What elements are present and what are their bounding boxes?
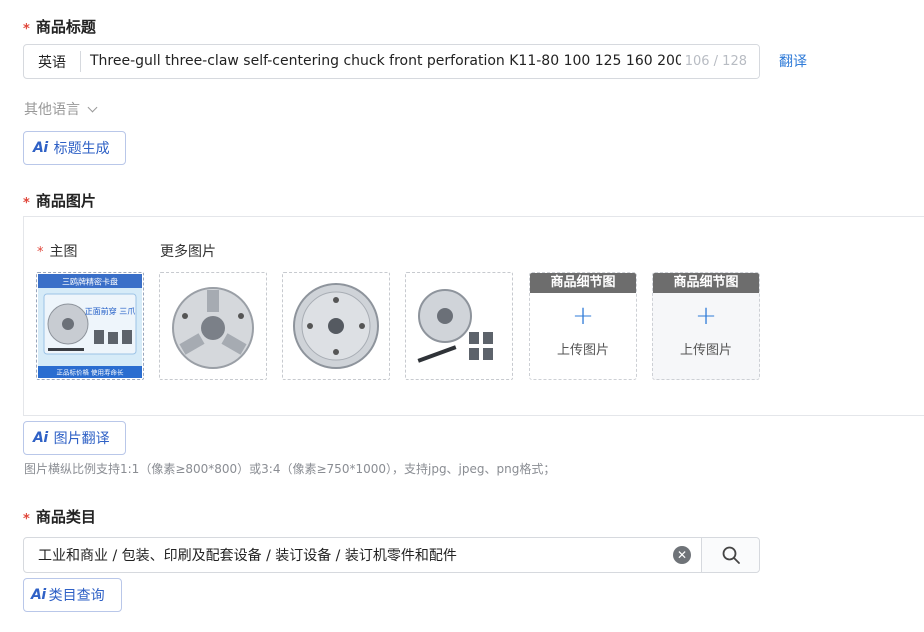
ai-icon: Ai	[33, 140, 48, 156]
title-input-value[interactable]: Three-gull three-claw self-centering chu…	[81, 45, 681, 78]
detail-image-header: 商品细节图	[653, 273, 759, 293]
title-input[interactable]: 英语 Three-gull three-claw self-centering …	[23, 44, 760, 79]
chuck-image-graphic	[172, 287, 254, 369]
chuck-set-image-graphic	[417, 289, 493, 363]
upload-image-label: 上传图片	[556, 343, 609, 358]
category-search-button[interactable]	[701, 538, 759, 572]
detail-image-upload-slot[interactable]: 商品细节图 + 上传图片	[652, 272, 760, 380]
upload-image-label: 上传图片	[679, 343, 732, 358]
plus-icon: +	[572, 301, 594, 331]
detail-image-upload-slot[interactable]: 商品细节图 + 上传图片	[529, 272, 637, 380]
plus-icon: +	[695, 301, 717, 331]
banner-subtitle: 正面前穿 三爪	[85, 306, 136, 316]
images-section-label: * 商品图片	[23, 192, 96, 211]
category-input-value[interactable]: 工业和商业 / 包装、印刷及配套设备 / 装订设备 / 装订机零件和配件	[24, 545, 673, 565]
banner-footer: 正品标价格 使用寿命长	[56, 368, 124, 377]
title-section-label: * 商品标题	[23, 18, 96, 37]
clear-icon[interactable]: ✕	[673, 546, 691, 564]
ai-title-generate-button[interactable]: Ai 标题生成	[23, 131, 126, 165]
ai-title-generate-label: 标题生成	[53, 141, 110, 157]
more-image-thumbnail[interactable]	[282, 272, 390, 380]
translate-link[interactable]: 翻译	[779, 51, 807, 71]
language-prefix[interactable]: 英语	[24, 51, 81, 72]
detail-image-header: 商品细节图	[530, 273, 636, 293]
ai-category-query-label: 类目查询	[48, 588, 105, 604]
more-image-thumbnail[interactable]	[405, 272, 513, 380]
search-icon	[722, 546, 740, 564]
other-languages-label: 其他语言	[24, 102, 80, 118]
ai-category-query-button[interactable]: Ai 类目查询	[23, 578, 122, 612]
category-input[interactable]: 工业和商业 / 包装、印刷及配套设备 / 装订设备 / 装订机零件和配件 ✕	[23, 537, 760, 573]
main-image-label: * 主图	[37, 244, 78, 260]
other-languages-toggle[interactable]: 其他语言	[24, 99, 98, 119]
banner-title: 三鸥牌精密卡盘	[62, 277, 118, 287]
title-char-counter: 106 / 128	[680, 45, 759, 78]
main-image-thumbnail[interactable]: 三鸥牌精密卡盘 正面前穿 三爪 正品标价格 使用寿命长	[36, 272, 144, 380]
more-image-thumbnail[interactable]	[159, 272, 267, 380]
main-image-graphic: 三鸥牌精密卡盘 正面前穿 三爪 正品标价格 使用寿命长	[38, 274, 142, 378]
chevron-down-icon	[87, 102, 98, 112]
ai-image-translate-label: 图片翻译	[53, 431, 110, 447]
ai-icon: Ai	[31, 587, 46, 603]
chuck-back-image-graphic	[293, 283, 379, 369]
image-format-hint: 图片横纵比例支持1:1（像素≥800*800）或3:4（像素≥750*1000）…	[24, 462, 556, 476]
ai-icon: Ai	[33, 430, 48, 446]
category-section-label: * 商品类目	[23, 508, 96, 527]
ai-image-translate-button[interactable]: Ai 图片翻译	[23, 421, 126, 455]
more-images-label: 更多图片	[160, 244, 216, 260]
